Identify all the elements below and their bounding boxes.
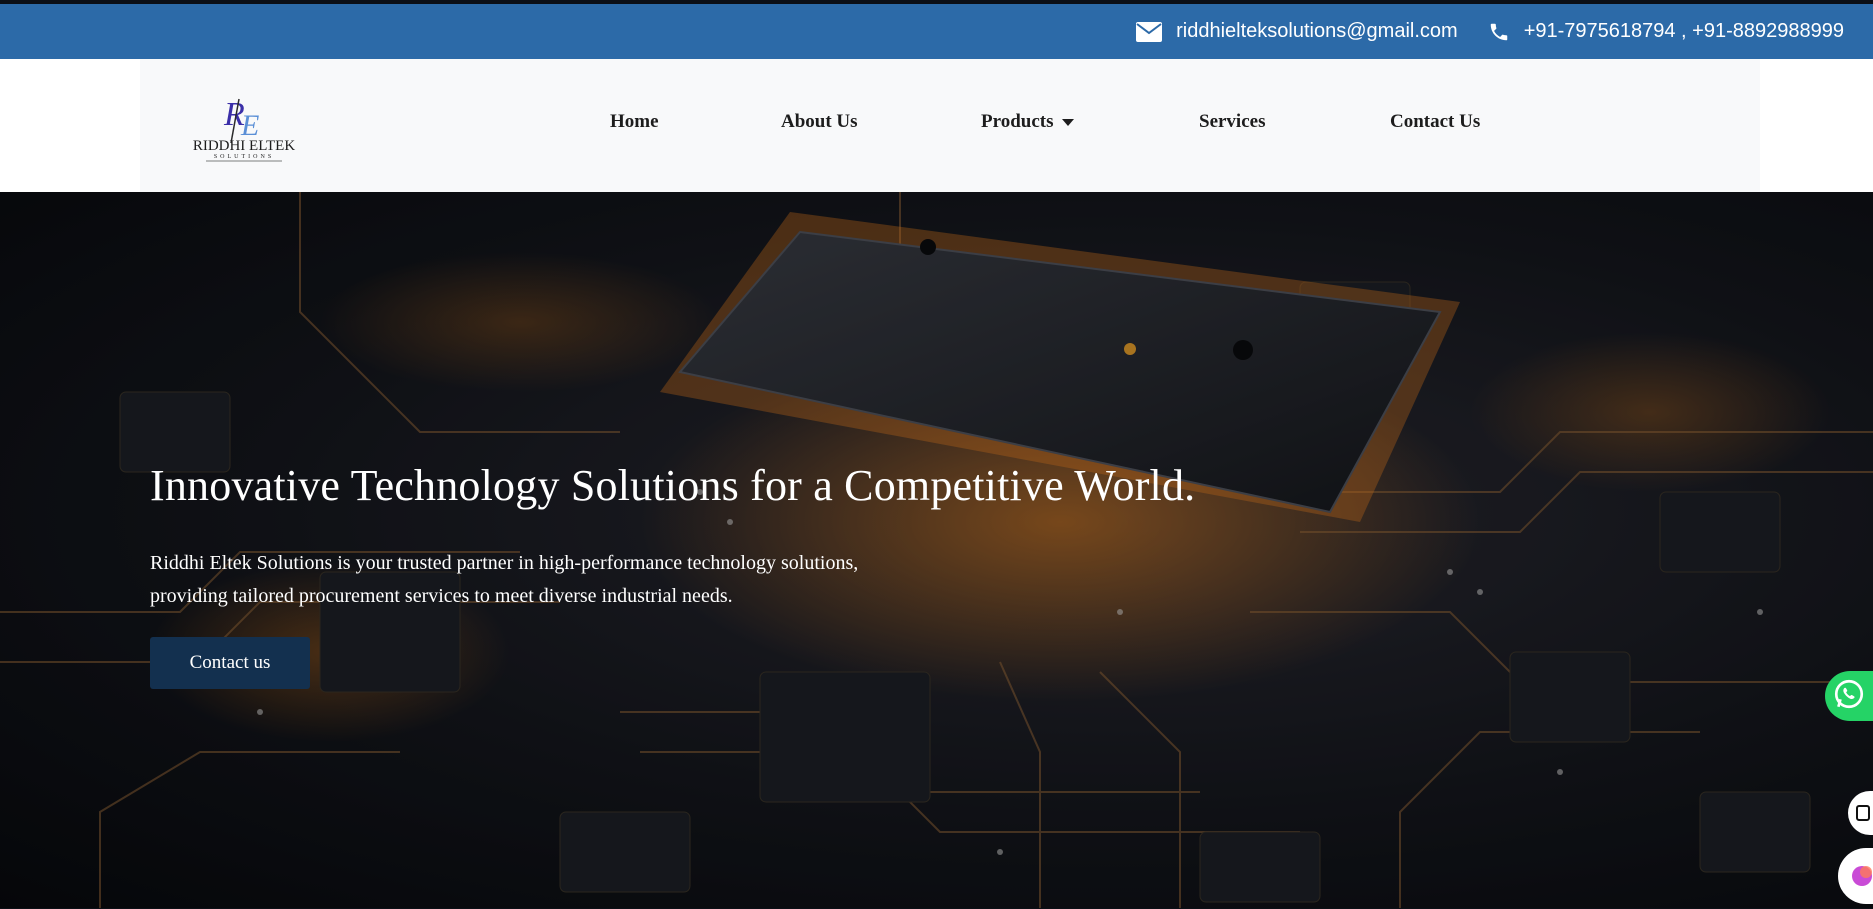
hero-content: Innovative Technology Solutions for a Co… (150, 460, 1195, 689)
contact-us-button[interactable]: Contact us (150, 637, 310, 689)
phone-icon (1488, 21, 1510, 43)
nav-home[interactable]: Home (610, 111, 659, 133)
envelope-icon (1136, 21, 1163, 42)
header: R E RIDDHI ELTEK SOLUTIONS Home About Us… (0, 59, 1873, 192)
navbar: R E RIDDHI ELTEK SOLUTIONS Home About Us… (140, 59, 1760, 192)
nav-about-label: About Us (781, 111, 858, 132)
assistant-icon (1838, 866, 1873, 908)
hero-title: Innovative Technology Solutions for a Co… (150, 461, 1196, 510)
whatsapp-icon (1832, 677, 1866, 716)
hero-section: Innovative Technology Solutions for a Co… (0, 192, 1873, 908)
assistant-widget-button[interactable] (1838, 848, 1873, 904)
phone-text[interactable]: +91-7975618794 , +91-8892988999 (1524, 20, 1844, 43)
nav-contact-label: Contact Us (1390, 111, 1481, 132)
email-contact[interactable]: riddhielteksolutions@gmail.com (1136, 20, 1458, 43)
nav-products[interactable]: Products (981, 111, 1075, 133)
nav-services-label: Services (1199, 111, 1266, 132)
chat-icon (1848, 805, 1873, 839)
hero-description: Riddhi Eltek Solutions is your trusted p… (150, 552, 859, 607)
nav-home-label: Home (610, 111, 659, 132)
phone-contact[interactable]: +91-7975618794 , +91-8892988999 (1488, 20, 1844, 43)
chevron-down-icon (1062, 118, 1075, 126)
email-text[interactable]: riddhielteksolutions@gmail.com (1176, 20, 1458, 43)
nav-products-label: Products (981, 111, 1054, 132)
main-menu: Home About Us Products Services Contact … (140, 59, 1760, 192)
contact-bar: riddhielteksolutions@gmail.com +91-79756… (0, 4, 1873, 59)
nav-services[interactable]: Services (1199, 111, 1265, 133)
nav-contact-us[interactable]: Contact Us (1390, 111, 1480, 133)
chat-widget-button[interactable] (1848, 791, 1873, 835)
whatsapp-button[interactable] (1825, 671, 1873, 721)
nav-about-us[interactable]: About Us (781, 111, 858, 133)
